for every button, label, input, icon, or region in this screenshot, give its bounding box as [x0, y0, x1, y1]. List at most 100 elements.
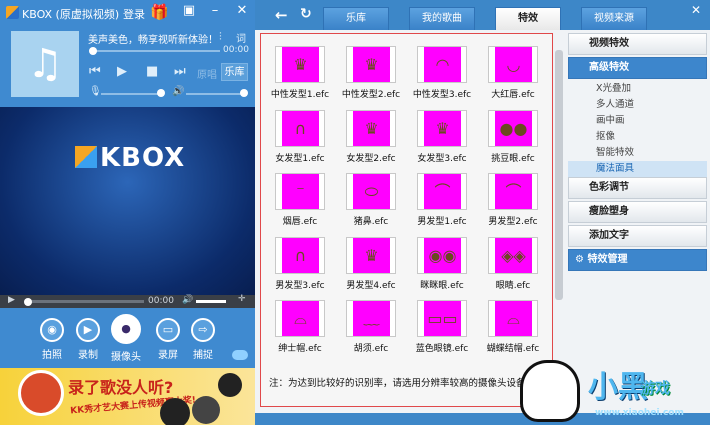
effect-item[interactable]: ⌓ 蝴蝶结帽.efc [478, 300, 548, 354]
sidebar-video-effects[interactable]: 视频特效 [568, 33, 707, 55]
stop-icon[interactable]: ■ [146, 64, 158, 79]
video-progress[interactable] [26, 300, 144, 303]
login-link[interactable]: 登录 [123, 6, 145, 22]
top-nav: ← ↻ 乐库 我的歌曲 特效 视频来源 ✕ [255, 0, 710, 30]
tab-effects[interactable]: 特效 [495, 7, 561, 30]
effect-preview-icon: ◈◈ [495, 237, 532, 273]
close-panel-button[interactable]: ✕ [691, 3, 701, 17]
sidebar-manage-label: 特效管理 [587, 254, 628, 265]
effect-item[interactable]: ﹏ 胡须.efc [336, 300, 406, 354]
mic-volume-handle[interactable] [157, 89, 165, 97]
gift-icon[interactable]: 🎁 [150, 3, 169, 21]
effect-item[interactable]: ◠ 中性发型3.efc [407, 46, 477, 100]
effect-thumbnail: ◈◈ [488, 236, 538, 274]
effect-thumbnail: ▭▭ [417, 300, 467, 337]
effect-label: 中性发型1.efc [270, 90, 330, 100]
record-label: 录制 [78, 350, 98, 361]
effect-item[interactable]: ◈◈ 眼睛.efc [478, 236, 548, 291]
effect-thumbnail: ⌓ [275, 300, 325, 337]
sidebar-advanced-effects[interactable]: 高级特效 [568, 57, 707, 79]
webcam-button[interactable]: ● 摄像头 [106, 314, 146, 363]
capture-button[interactable]: ⇨ 捕捉 [183, 318, 223, 361]
tab-video-source[interactable]: 视频来源 [581, 7, 647, 30]
sidebar-sub-xray[interactable]: X光叠加 [568, 81, 707, 97]
lyrics-button[interactable]: 词 [236, 30, 246, 45]
sidebar-sub-magic-mask[interactable]: 魔法面具 [568, 161, 707, 177]
play-icon[interactable]: ▶ [117, 64, 127, 79]
effect-item[interactable]: ⌒ 男发型1.efc [407, 173, 477, 227]
sidebar-sub-keying[interactable]: 抠像 [568, 129, 707, 145]
sidebar-text[interactable]: 添加文字 [568, 225, 707, 247]
photo-label: 拍照 [42, 350, 62, 361]
sidebar-color[interactable]: 色彩调节 [568, 177, 707, 199]
effect-preview-icon: ♛ [353, 237, 390, 273]
effect-item[interactable]: ♛ 女发型3.efc [407, 109, 477, 164]
collapse-toggle[interactable] [232, 350, 248, 360]
tab-my-songs[interactable]: 我的歌曲 [409, 7, 475, 30]
ad-banner[interactable]: 录了歌没人听? KK秀才艺大赛上传视频赢大奖! [0, 368, 255, 425]
equalizer-icon[interactable]: ⫶ [219, 30, 222, 44]
library-button[interactable]: 乐库 [221, 63, 248, 81]
screen-record-button[interactable]: ▭ 录屏 [148, 318, 188, 361]
fullscreen-icon[interactable]: ✛ [238, 294, 246, 304]
volume-handle[interactable] [240, 89, 248, 97]
video-volume-slider[interactable] [196, 300, 226, 303]
mic-volume-slider[interactable] [101, 93, 161, 95]
video-play-icon[interactable]: ▶ [8, 295, 15, 305]
video-progress-handle[interactable] [24, 298, 32, 306]
back-icon[interactable]: ← [275, 6, 288, 24]
effect-preview-icon: ●● [495, 110, 532, 146]
scrollbar[interactable] [555, 50, 563, 300]
effect-label: 男发型2.efc [488, 217, 538, 227]
next-icon[interactable]: ⏭ [174, 64, 186, 79]
sidebar-face[interactable]: 瘦脸塑身 [568, 201, 707, 223]
song-progress[interactable] [92, 50, 220, 52]
effect-item[interactable]: ◉◉ 眯眯眼.efc [407, 236, 477, 291]
effect-item[interactable]: ♛ 女发型2.efc [336, 109, 406, 164]
effect-label: 蓝色眼镜.efc [415, 344, 469, 354]
effect-label: 蝴蝶结帽.efc [486, 344, 540, 354]
effect-preview-icon: ◠ [424, 47, 461, 82]
effect-item[interactable]: ◡ 大红唇.efc [478, 46, 548, 100]
effect-item[interactable]: ⁻ 烟唇.efc [265, 173, 335, 227]
song-progress-handle[interactable] [89, 47, 97, 55]
volume-slider[interactable] [186, 93, 244, 95]
effect-item[interactable]: ⌒ 男发型2.efc [478, 173, 548, 227]
record-button[interactable]: ▶ 录制 [68, 318, 108, 361]
effect-thumbnail: ⌓ [488, 300, 538, 337]
effect-item[interactable]: ♛ 中性发型2.efc [336, 46, 406, 100]
effect-item[interactable]: ∩ 女发型1.efc [265, 109, 335, 164]
sidebar-manage[interactable]: ⚙ 特效管理 [568, 249, 707, 271]
screen-record-label: 录屏 [158, 350, 178, 361]
effect-thumbnail: ∩ [275, 236, 325, 274]
webcam-icon: ● [111, 314, 141, 344]
effect-preview-icon: ⌓ [495, 301, 532, 336]
refresh-icon[interactable]: ↻ [300, 6, 312, 22]
effect-preview-icon: ⌒ [424, 174, 461, 209]
sidebar-sub-pip[interactable]: 画中画 [568, 113, 707, 129]
effect-item[interactable]: ●● 挑豆眼.efc [478, 109, 548, 164]
effect-item[interactable]: ∩ 男发型3.efc [265, 236, 335, 291]
effect-thumbnail: ♛ [346, 109, 396, 147]
effect-item[interactable]: ♛ 男发型4.efc [336, 236, 406, 291]
ad-headline: 录了歌没人听? [68, 378, 174, 397]
photo-button[interactable]: ◉ 拍照 [32, 318, 72, 361]
effect-item[interactable]: ♛ 中性发型1.efc [265, 46, 335, 100]
sidebar-sub-multi-channel[interactable]: 多人通道 [568, 97, 707, 113]
effect-item[interactable]: ⌓ 绅士帽.efc [265, 300, 335, 354]
minimize-button[interactable]: – [204, 3, 226, 18]
effect-preview-icon: ∩ [282, 237, 319, 273]
tab-library[interactable]: 乐库 [323, 7, 389, 30]
close-button[interactable]: ✕ [231, 3, 253, 18]
effect-item[interactable]: ▭▭ 蓝色眼镜.efc [407, 300, 477, 354]
effect-preview-icon: ﹏ [353, 301, 390, 336]
skin-icon[interactable]: ▣ [178, 3, 200, 18]
prev-icon[interactable]: ⏮ [89, 64, 101, 79]
effect-item[interactable]: ⬭ 猪鼻.efc [336, 173, 406, 227]
original-vocal-button[interactable]: 原唱 [197, 66, 217, 81]
effect-preview-icon: ♛ [353, 110, 390, 146]
effect-label: 女发型3.efc [417, 153, 467, 164]
sidebar-sub-smart[interactable]: 智能特效 [568, 145, 707, 161]
watermark-games: 游戏 [640, 379, 671, 397]
app-title: KBOX (原虚拟视频) [22, 8, 120, 21]
